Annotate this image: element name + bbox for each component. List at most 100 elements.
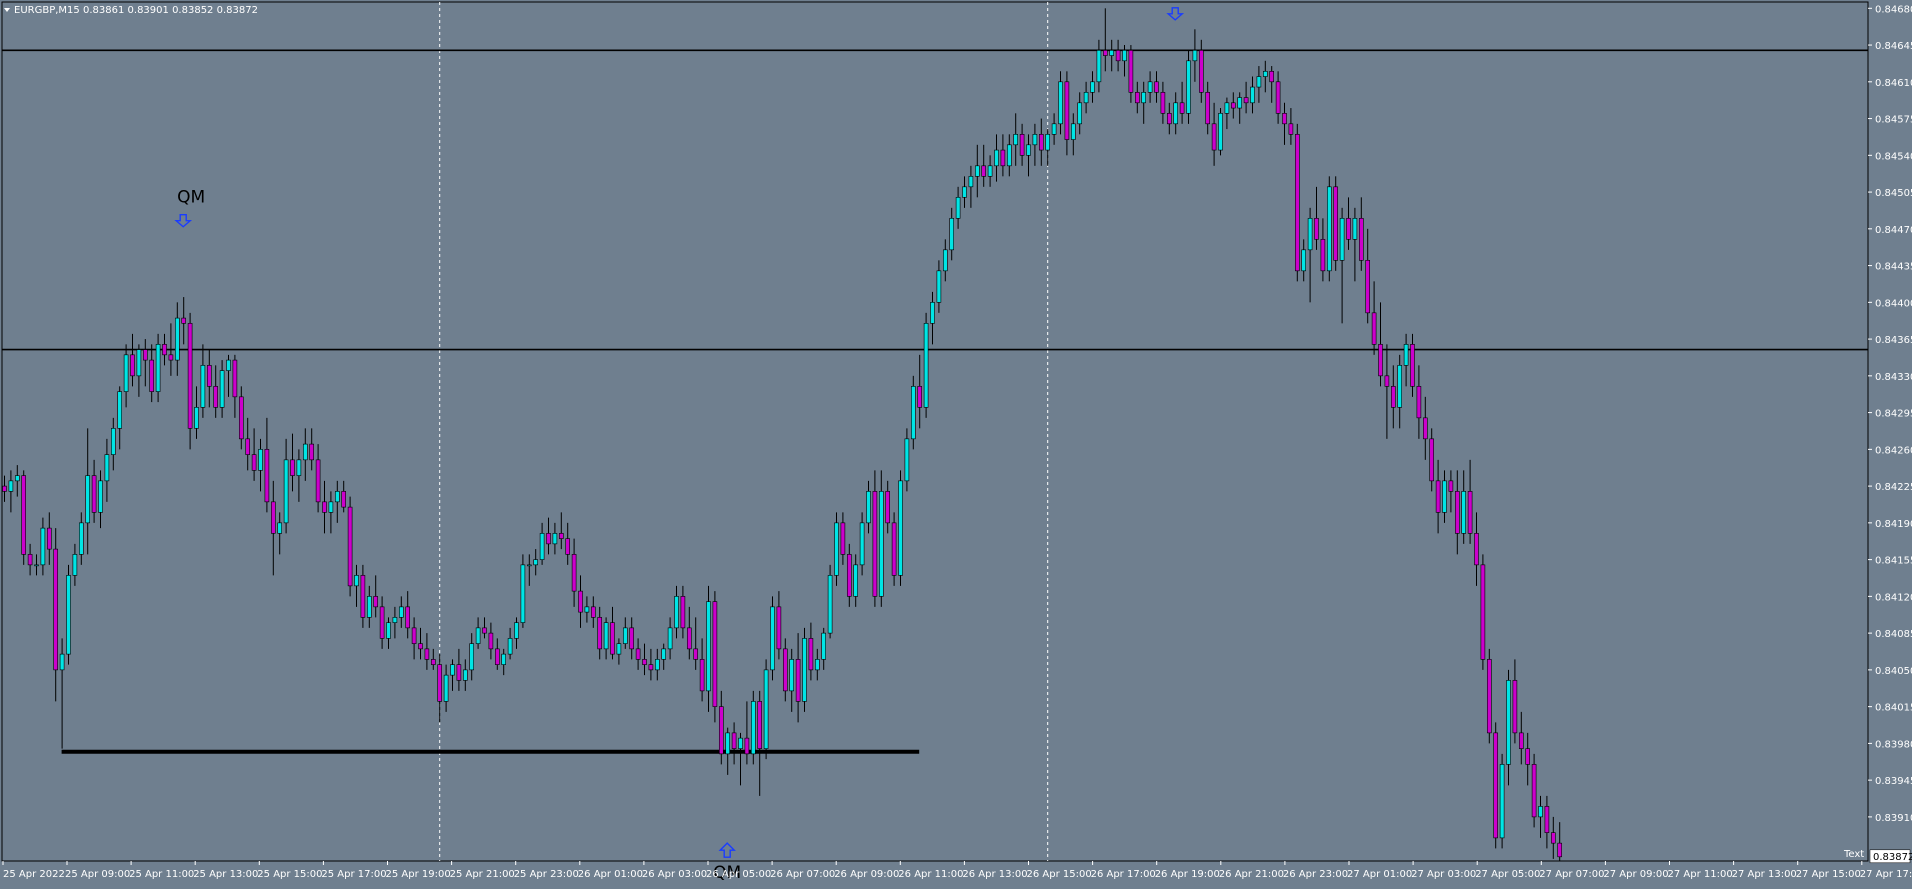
candle-body bbox=[1461, 491, 1466, 534]
candle-body bbox=[1205, 92, 1210, 125]
candle-body bbox=[488, 632, 494, 650]
candle-body bbox=[539, 533, 545, 560]
candle bbox=[834, 512, 839, 586]
current-price-label: 0.83872 bbox=[1873, 852, 1912, 863]
candle-body bbox=[46, 527, 52, 550]
candle-body bbox=[1301, 249, 1306, 272]
candle-body bbox=[430, 659, 436, 665]
candle-body bbox=[264, 449, 270, 503]
candle-body bbox=[706, 601, 711, 692]
chart-header: EURGBP,M15 0.83861 0.83901 0.83852 0.838… bbox=[4, 5, 258, 16]
candle-body bbox=[654, 659, 660, 671]
price-tick-label: 0.84330 bbox=[1875, 372, 1912, 383]
candle-body bbox=[392, 617, 398, 623]
time-tick-label: 27 Apr 07:00 bbox=[1539, 869, 1604, 880]
candle-body bbox=[1512, 680, 1518, 734]
candle-body bbox=[770, 606, 775, 671]
candle-body bbox=[1135, 92, 1140, 104]
time-tick-label: 26 Apr 19:00 bbox=[1155, 869, 1220, 880]
candle-body bbox=[763, 669, 769, 749]
candle-body bbox=[219, 370, 225, 408]
price-chart[interactable]: QMQMQM 0.846800.846450.846100.845750.845… bbox=[0, 0, 1912, 885]
candle-body bbox=[514, 622, 519, 639]
candle-body bbox=[661, 648, 667, 660]
candle-body bbox=[328, 501, 334, 513]
candle bbox=[1186, 50, 1191, 124]
candle-body bbox=[40, 527, 46, 566]
candle-body bbox=[1083, 92, 1089, 104]
candle-body bbox=[546, 533, 551, 545]
time-tick-label: 25 Apr 13:00 bbox=[193, 869, 258, 880]
candle bbox=[827, 564, 833, 639]
candle bbox=[1487, 648, 1492, 744]
candle-body bbox=[642, 659, 647, 665]
candle bbox=[763, 659, 769, 760]
time-tick-label: 25 Apr 17:00 bbox=[321, 869, 386, 880]
time-tick-label: 27 Apr 05:00 bbox=[1475, 869, 1540, 880]
candle-body bbox=[1435, 480, 1441, 513]
candle-body bbox=[334, 491, 340, 503]
candle-body bbox=[53, 548, 59, 671]
time-tick-label: 27 Apr 15:00 bbox=[1796, 869, 1861, 880]
candle-body bbox=[1128, 50, 1134, 93]
candle-body bbox=[1263, 71, 1268, 77]
candle-body bbox=[123, 354, 129, 392]
candle-body bbox=[795, 659, 801, 702]
candle bbox=[1499, 753, 1505, 849]
candle-body bbox=[341, 491, 347, 508]
price-tick-label: 0.84050 bbox=[1875, 666, 1912, 677]
candle-body bbox=[610, 622, 615, 655]
candle-body bbox=[725, 732, 731, 755]
candle-body bbox=[1243, 97, 1249, 104]
candle-body bbox=[1416, 386, 1422, 419]
price-tick-label: 0.84015 bbox=[1875, 703, 1912, 714]
candle-body bbox=[175, 317, 180, 361]
candle bbox=[1333, 176, 1338, 271]
candle-body bbox=[181, 317, 186, 324]
candle-body bbox=[520, 564, 526, 623]
candle-body bbox=[987, 165, 993, 177]
plot-area[interactable] bbox=[1, 1, 1869, 862]
candle-body bbox=[1186, 60, 1191, 114]
candle-body bbox=[930, 302, 935, 324]
candle-body bbox=[526, 564, 532, 567]
candle-body bbox=[91, 475, 97, 513]
candle-body bbox=[347, 506, 353, 587]
time-tick-label: 26 Apr 13:00 bbox=[962, 869, 1027, 880]
candle-body bbox=[718, 706, 724, 755]
candle-body bbox=[283, 459, 289, 524]
candle-body bbox=[475, 627, 481, 644]
candle-body bbox=[1256, 76, 1262, 88]
candle-body bbox=[776, 606, 782, 650]
candle-body bbox=[712, 601, 718, 707]
candle bbox=[898, 470, 903, 586]
price-axis[interactable]: 0.84680 0.84645 0.84610 0.84575 0.84540 0.845… bbox=[1868, 4, 1912, 864]
candle-body bbox=[1282, 113, 1287, 125]
candle-body bbox=[1467, 491, 1473, 534]
price-tick-label: 0.84085 bbox=[1875, 629, 1912, 640]
candle-body bbox=[936, 270, 942, 303]
chart-canvas[interactable]: QMQMQM 0.846800.846450.846100.845750.845… bbox=[0, 0, 1912, 885]
candle-body bbox=[802, 638, 807, 702]
candle-body bbox=[1346, 218, 1351, 240]
time-tick-label: 25 Apr 23:00 bbox=[514, 869, 579, 880]
candle-body bbox=[79, 522, 84, 555]
candle-body bbox=[98, 480, 103, 513]
time-axis[interactable]: 25 Apr 2022 25 Apr 09:0025 Apr 11:0025 Ap… bbox=[2, 861, 1912, 880]
candle-body bbox=[1039, 134, 1044, 151]
candle-body bbox=[232, 359, 238, 398]
time-tick-label: 27 Apr 17:00 bbox=[1860, 869, 1912, 880]
candle-body bbox=[437, 664, 443, 702]
candle-body bbox=[507, 638, 513, 655]
candle-body bbox=[1218, 113, 1223, 151]
candle-body bbox=[635, 648, 641, 660]
candle bbox=[1531, 753, 1537, 828]
candle-body bbox=[1051, 123, 1057, 135]
candle-body bbox=[66, 575, 71, 655]
candle-body bbox=[1474, 533, 1479, 566]
candle-body bbox=[686, 627, 692, 650]
candle-body bbox=[482, 627, 487, 634]
candle-body bbox=[162, 344, 167, 356]
candle-body bbox=[398, 606, 404, 618]
candle-body bbox=[501, 653, 507, 665]
